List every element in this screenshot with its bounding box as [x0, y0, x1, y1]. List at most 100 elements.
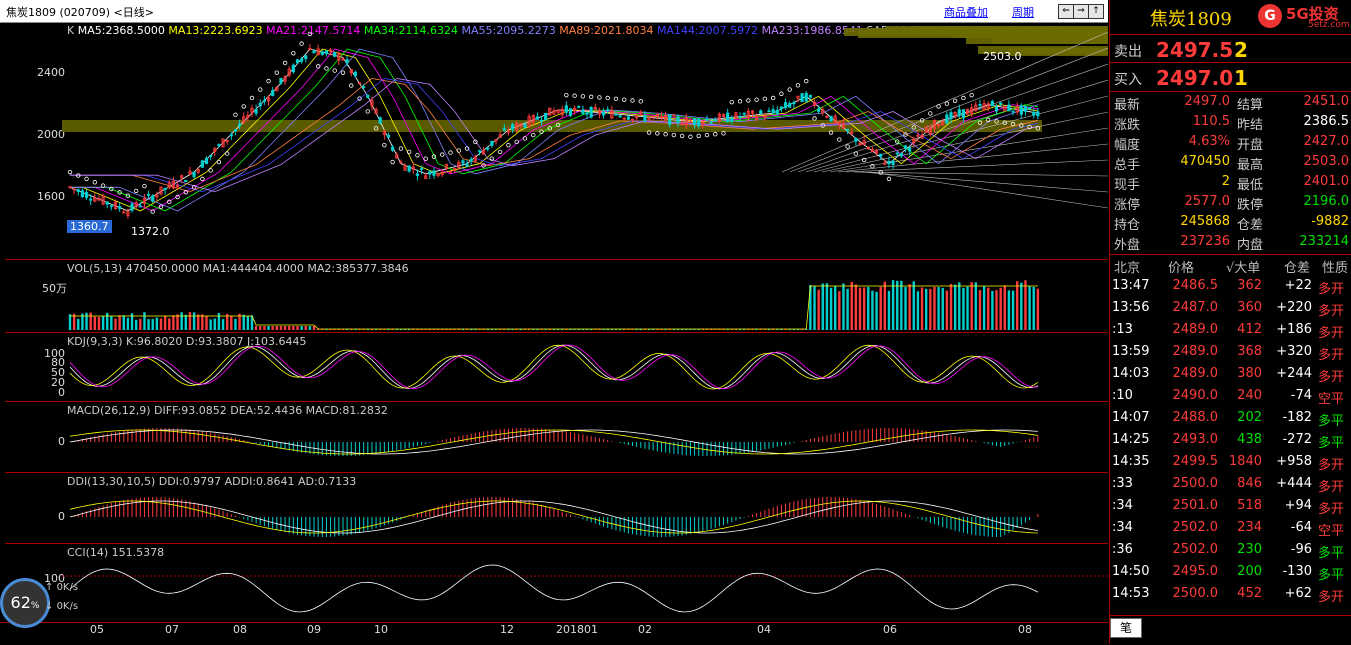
tick-row[interactable]: :10 2490.0 240 -74 空平 — [1110, 385, 1351, 407]
candle-body — [978, 103, 982, 106]
tick-row[interactable]: :36 2502.0 230 -96 多平 — [1110, 539, 1351, 561]
candle-body — [151, 195, 155, 202]
volume-bar — [192, 312, 196, 330]
tick-cell: 多开 — [1318, 590, 1345, 605]
y-tick-2000: 2000 — [37, 128, 65, 141]
tick-row[interactable]: 14:25 2493.0 438 -272 多平 — [1110, 429, 1351, 451]
volume-bar — [296, 326, 299, 330]
kdj-line — [69, 344, 1038, 390]
candle-body — [783, 102, 788, 109]
macd-pane[interactable]: MACD(26,12,9) DIFF:93.0852 DEA:52.4436 M… — [5, 401, 1108, 472]
kline-chart — [62, 26, 1108, 219]
stat-label: 最低 — [1237, 178, 1264, 193]
period-link[interactable]: 周期 — [1012, 4, 1034, 20]
sar-dot — [249, 95, 255, 101]
candle-body — [713, 119, 717, 122]
ddi-chart — [69, 497, 1039, 537]
volume-bar — [825, 283, 829, 330]
candle-body — [304, 55, 308, 60]
volume-bar — [962, 287, 965, 330]
volume-bar — [999, 287, 1002, 330]
candle-body — [80, 190, 85, 198]
stat-label: 跌停 — [1237, 198, 1264, 213]
tick-row[interactable]: :33 2500.0 846 +444 多开 — [1110, 473, 1351, 495]
kdj-pane[interactable]: KDJ(9,3,3) K:96.8020 D:93.3807 J:103.644… — [5, 332, 1108, 401]
nav-left-button[interactable]: ⇐ — [1058, 4, 1074, 19]
volume-bar — [221, 319, 225, 330]
sar-dot — [737, 99, 743, 104]
tick-row[interactable]: :34 2502.0 234 -64 空平 — [1110, 517, 1351, 539]
tick-row[interactable]: :13 2489.0 412 +186 多开 — [1110, 319, 1351, 341]
sar-dot — [721, 131, 726, 136]
candle-body — [163, 187, 167, 191]
volume-bar — [106, 312, 109, 330]
candle-body — [461, 160, 465, 164]
sar-dot — [299, 41, 304, 46]
tick-cell: +62 — [1284, 586, 1312, 601]
volume-bar — [817, 289, 820, 330]
stat-label: 总手 — [1114, 158, 1141, 173]
tick-row[interactable]: :34 2501.0 518 +94 多开 — [1110, 495, 1351, 517]
volume-bar — [920, 287, 924, 330]
candle-body — [705, 118, 709, 121]
ddi-y-0: 0 — [58, 510, 65, 523]
candle-body — [486, 147, 490, 150]
sell-row[interactable]: 卖出 2497.5 2 — [1110, 34, 1351, 64]
volume-bar — [176, 314, 179, 330]
tick-detail-tab[interactable]: 笔 — [1110, 618, 1142, 638]
volume-bar — [213, 318, 216, 330]
nav-right-button[interactable]: ⇒ — [1073, 4, 1089, 19]
x-tick-label: 04 — [757, 623, 771, 636]
tick-list[interactable]: 13:47 2486.5 362 +22 多开 13:56 2487.0 360 +220 多开:… — [1110, 275, 1351, 615]
tick-cell: :34 — [1112, 520, 1133, 535]
tick-row[interactable]: 13:59 2489.0 368 +320 多开 — [1110, 341, 1351, 363]
candle-body — [407, 165, 411, 172]
candle-body — [577, 106, 581, 108]
candle-body — [891, 160, 895, 165]
stat-label: 现手 — [1114, 178, 1141, 193]
kline-pane[interactable]: K MA5:2368.5000 MA13:2223.6923 MA21:2147… — [5, 22, 1108, 258]
candle-body — [804, 92, 808, 102]
chart-area[interactable]: K MA5:2368.5000 MA13:2223.6923 MA21:2147… — [0, 22, 1108, 644]
cci-line — [69, 564, 1039, 613]
tick-row[interactable]: 14:03 2489.0 380 +244 多开 — [1110, 363, 1351, 385]
volume-bar — [101, 315, 105, 330]
tick-row[interactable]: 13:47 2486.5 362 +22 多开 — [1110, 275, 1351, 297]
tick-row[interactable]: 14:53 2500.0 452 +62 多开 — [1110, 583, 1351, 605]
stat-label: 幅度 — [1114, 138, 1141, 153]
candle-body — [846, 128, 850, 131]
candle-body — [539, 119, 544, 122]
candle-body — [184, 179, 188, 183]
overlay-commodity-link[interactable]: 商品叠加 — [944, 4, 988, 20]
cci-pane[interactable]: CCI(14) 151.5378 100 — [5, 543, 1108, 622]
tick-row[interactable]: 14:50 2495.0 200 -130 多平 — [1110, 561, 1351, 583]
ddi-pane[interactable]: DDI(13,30,10,5) DDI:0.9797 ADDI:0.8641 A… — [5, 472, 1108, 543]
sar-dot — [92, 180, 98, 185]
volume-bar — [230, 316, 233, 330]
tick-cell: 2490.0 — [1172, 388, 1219, 403]
candle-body — [626, 116, 630, 120]
volume-bar — [1020, 282, 1023, 330]
candle-body — [1007, 104, 1011, 112]
cpu-percent-unit: % — [30, 601, 40, 611]
volume-pane[interactable]: VOL(5,13) 470450.0000 MA1:444404.4000 MA… — [5, 259, 1108, 332]
stat-value: 4.63% — [1188, 134, 1230, 149]
x-tick-label: 201801 — [556, 623, 598, 636]
chart-title-bar: 焦炭1809 (020709) <日线> 商品叠加 周期 ⇐ ⇒ ↑ — [0, 0, 1108, 23]
sar-dot — [588, 94, 594, 100]
tick-row[interactable]: 13:56 2487.0 360 +220 多开 — [1110, 297, 1351, 319]
volume-bar — [908, 284, 911, 330]
tick-row[interactable]: 14:35 2499.5 1840 +958 多开 — [1110, 451, 1351, 473]
sell-price: 2497.5 — [1156, 38, 1234, 62]
stat-value: 237236 — [1180, 234, 1230, 249]
candle-body — [895, 152, 899, 155]
volume-bar — [871, 290, 874, 330]
chart-title: 焦炭1809 (020709) <日线> — [6, 6, 154, 19]
sar-dot — [315, 64, 321, 69]
nav-up-button[interactable]: ↑ — [1088, 4, 1104, 19]
y-tick-2400: 2400 — [37, 66, 65, 79]
tick-row[interactable]: 14:07 2488.0 202 -182 多平 — [1110, 407, 1351, 429]
buy-row[interactable]: 买入 2497.0 1 — [1110, 62, 1351, 92]
cpu-usage-widget[interactable]: 62% — [0, 578, 50, 628]
sell-qty: 2 — [1234, 38, 1248, 62]
